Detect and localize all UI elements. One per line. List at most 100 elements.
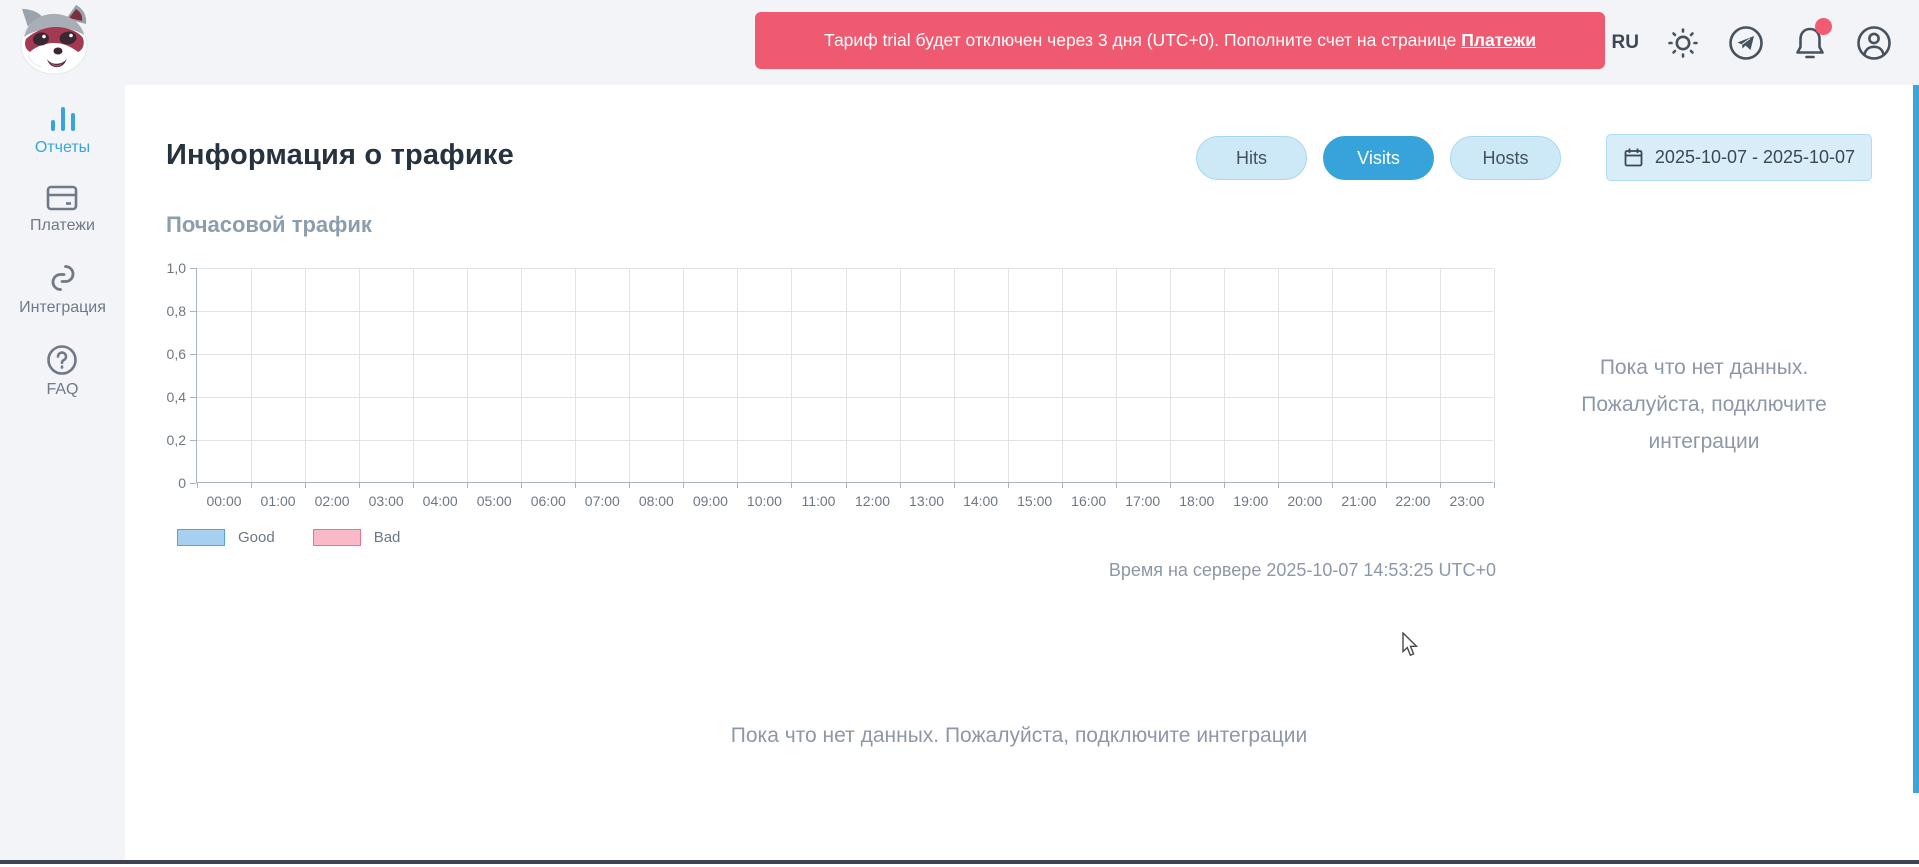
sidebar-item-integration[interactable]: Интеграция	[19, 262, 106, 317]
gridline-vertical	[954, 268, 955, 482]
gridline-vertical	[791, 268, 792, 482]
x-axis-tick	[846, 482, 847, 488]
sidebar-item-payments[interactable]: Платежи	[30, 184, 95, 235]
x-axis-tick	[683, 482, 684, 488]
user-profile-icon[interactable]	[1855, 24, 1893, 62]
x-axis-tick	[575, 482, 576, 488]
gridline-vertical	[521, 268, 522, 482]
x-axis-label: 00:00	[196, 493, 252, 509]
bell-icon[interactable]	[1792, 24, 1828, 62]
x-axis-tick	[1278, 482, 1279, 488]
x-axis-label: 19:00	[1223, 493, 1279, 509]
legend-item-good: Good	[177, 529, 275, 546]
x-axis-label: 21:00	[1331, 493, 1387, 509]
gridline-vertical	[900, 268, 901, 482]
no-data-side-line: Пожалуйста, подключите	[1518, 386, 1890, 423]
mouse-cursor	[1402, 632, 1420, 663]
credit-card-icon	[46, 184, 78, 212]
x-axis-label: 17:00	[1115, 493, 1171, 509]
gridline-horizontal	[197, 440, 1493, 441]
x-axis-tick	[467, 482, 468, 488]
no-data-bottom-message: Пока что нет данных. Пожалуйста, подключ…	[125, 724, 1913, 748]
gridline-horizontal	[197, 397, 1493, 398]
gridline-vertical	[1008, 268, 1009, 482]
horizontal-scrollbar-track[interactable]	[0, 860, 1919, 864]
link-icon	[47, 262, 79, 294]
x-axis-tick	[359, 482, 360, 488]
gridline-vertical	[1440, 268, 1441, 482]
x-axis-label: 08:00	[628, 493, 684, 509]
x-axis-tick	[629, 482, 630, 488]
x-axis-tick	[900, 482, 901, 488]
gridline-vertical	[1224, 268, 1225, 482]
trial-banner-text: Тариф trial будет отключен через 3 дня (…	[824, 30, 1461, 51]
gridline-vertical	[846, 268, 847, 482]
language-switcher[interactable]: RU	[1612, 32, 1639, 54]
date-range-value: 2025-10-07 - 2025-10-07	[1655, 147, 1855, 168]
x-axis-tick	[1116, 482, 1117, 488]
x-axis-label: 15:00	[1007, 493, 1063, 509]
x-axis-tick	[197, 482, 198, 488]
tab-hits[interactable]: Hits	[1196, 136, 1307, 180]
x-axis-tick	[1224, 482, 1225, 488]
raccoon-logo[interactable]	[14, 3, 96, 82]
notification-dot	[1815, 18, 1832, 35]
gridline-horizontal	[197, 311, 1493, 312]
calendar-icon	[1623, 147, 1644, 168]
gridline-vertical	[1332, 268, 1333, 482]
x-axis-tick	[1440, 482, 1441, 488]
x-axis-tick	[1386, 482, 1387, 488]
sidebar-item-reports[interactable]: Отчеты	[35, 104, 90, 157]
traffic-type-tabs: Hits Visits Hosts	[1196, 136, 1561, 180]
gridline-vertical	[359, 268, 360, 482]
gridline-vertical	[575, 268, 576, 482]
x-axis-label: 20:00	[1277, 493, 1333, 509]
x-axis-tick	[413, 482, 414, 488]
legend-swatch	[313, 529, 361, 546]
tab-hosts[interactable]: Hosts	[1450, 136, 1561, 180]
payments-link[interactable]: Платежи	[1461, 30, 1536, 51]
x-axis-label: 01:00	[250, 493, 306, 509]
y-axis-label: 0	[142, 475, 186, 491]
tab-visits[interactable]: Visits	[1323, 136, 1434, 180]
chart-title: Почасовой трафик	[166, 212, 372, 238]
gridline-vertical	[1116, 268, 1117, 482]
x-axis-label: 18:00	[1169, 493, 1225, 509]
sidebar: Отчеты Платежи Интеграция FAQ	[0, 0, 125, 860]
x-axis-label: 16:00	[1061, 493, 1117, 509]
y-axis-label: 0,8	[142, 303, 186, 319]
x-axis-label: 23:00	[1439, 493, 1495, 509]
page-title: Информация о трафике	[166, 139, 514, 172]
no-data-side-line: интеграции	[1518, 423, 1890, 460]
x-axis-tick	[737, 482, 738, 488]
gridline-horizontal	[197, 268, 1493, 269]
sidebar-item-label: FAQ	[46, 381, 78, 399]
y-axis-tick	[190, 440, 196, 441]
hourly-traffic-chart: 1,00,80,60,40,2000:0001:0002:0003:0004:0…	[196, 268, 1493, 483]
x-axis-label: 05:00	[466, 493, 522, 509]
x-axis-label: 22:00	[1385, 493, 1441, 509]
gridline-horizontal	[197, 354, 1493, 355]
x-axis-label: 03:00	[358, 493, 414, 509]
header-actions: RU	[1612, 0, 1893, 85]
question-icon	[46, 344, 78, 376]
theme-sun-icon[interactable]	[1666, 26, 1700, 60]
x-axis-tick	[1494, 482, 1495, 488]
y-axis-tick	[190, 311, 196, 312]
no-data-side-line: Пока что нет данных.	[1518, 349, 1890, 386]
x-axis-tick	[791, 482, 792, 488]
y-axis-label: 0,2	[142, 432, 186, 448]
sidebar-item-faq[interactable]: FAQ	[46, 344, 78, 399]
no-data-side-message: Пока что нет данных.Пожалуйста, подключи…	[1518, 349, 1890, 460]
x-axis-tick	[251, 482, 252, 488]
telegram-icon[interactable]	[1727, 24, 1765, 62]
x-axis-tick	[954, 482, 955, 488]
date-range-picker[interactable]: 2025-10-07 - 2025-10-07	[1606, 134, 1872, 181]
x-axis-label: 04:00	[412, 493, 468, 509]
gridline-vertical	[1278, 268, 1279, 482]
server-time: Время на сервере 2025-10-07 14:53:25 UTC…	[196, 560, 1496, 581]
x-axis-tick	[1332, 482, 1333, 488]
gridline-vertical	[467, 268, 468, 482]
x-axis-tick	[1170, 482, 1171, 488]
vertical-scrollbar[interactable]	[1913, 85, 1919, 793]
